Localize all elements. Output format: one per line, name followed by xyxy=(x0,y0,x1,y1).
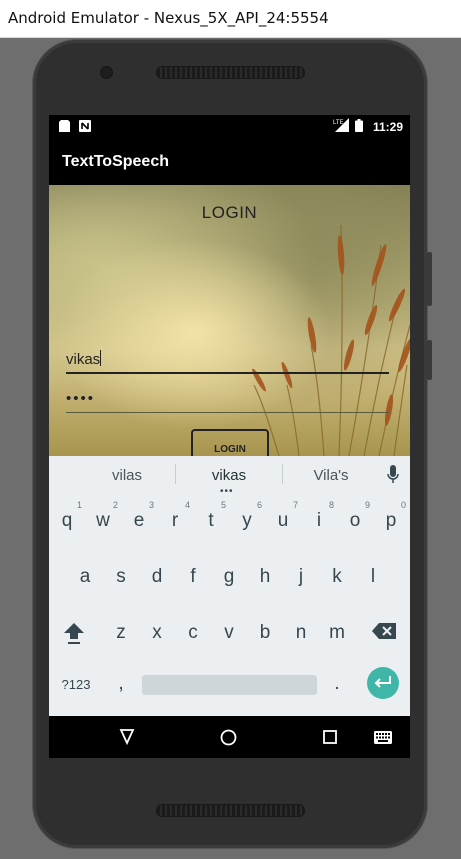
key-hint-6: 6 xyxy=(257,500,263,510)
emulator-title-bar: Android Emulator - Nexus_5X_API_24:5554 xyxy=(0,0,461,38)
spacebar[interactable] xyxy=(142,675,317,695)
login-heading: LOGIN xyxy=(201,203,258,222)
password-input[interactable]: •••• xyxy=(66,390,389,413)
soft-keyboard: vilas vikas Vila's ••• q1w2e3r4t5y6u7i8o… xyxy=(49,456,410,716)
suggestion-divider xyxy=(175,464,176,484)
key-hint-8: 8 xyxy=(329,500,335,510)
top-speaker xyxy=(156,66,305,79)
login-content: LOGIN vikas •••• LOGIN xyxy=(49,185,410,456)
key-hint-0: 0 xyxy=(401,500,407,510)
password-value: •••• xyxy=(66,390,96,407)
login-button[interactable]: LOGIN xyxy=(191,429,269,456)
key-n[interactable]: n xyxy=(287,622,315,644)
enter-arrow-icon xyxy=(374,676,391,688)
key-v[interactable]: v xyxy=(215,622,243,644)
suggestion-strip: vilas vikas Vila's ••• xyxy=(49,456,410,497)
home-icon[interactable] xyxy=(220,729,237,751)
key-a[interactable]: a xyxy=(71,566,99,588)
symbols-key[interactable]: ?123 xyxy=(54,677,98,692)
suggestion-2[interactable]: vikas xyxy=(191,467,267,484)
key-u[interactable]: u xyxy=(269,510,297,532)
key-b[interactable]: b xyxy=(251,622,279,644)
username-value: vikas xyxy=(66,351,101,368)
key-g[interactable]: g xyxy=(215,566,243,588)
wheat-background-image xyxy=(252,224,410,456)
lte-signal-icon: LTE xyxy=(333,118,349,135)
nfc-icon xyxy=(79,120,91,135)
key-m[interactable]: m xyxy=(323,622,351,644)
device-screen: LTE 11:29 TextToSpeech LOGIN vikas •••• … xyxy=(49,115,410,758)
shift-icon[interactable] xyxy=(63,621,85,650)
key-hint-9: 9 xyxy=(365,500,371,510)
key-p[interactable]: p xyxy=(377,510,405,532)
back-icon[interactable] xyxy=(119,729,135,750)
key-l[interactable]: l xyxy=(359,566,387,588)
key-s[interactable]: s xyxy=(107,566,135,588)
microphone-icon[interactable] xyxy=(387,465,399,490)
key-o[interactable]: o xyxy=(341,510,369,532)
key-e[interactable]: e xyxy=(125,510,153,532)
battery-icon xyxy=(355,119,363,135)
period-key[interactable]: . xyxy=(323,673,351,695)
key-i[interactable]: i xyxy=(305,510,333,532)
suggestion-divider xyxy=(282,464,283,484)
key-hint-3: 3 xyxy=(149,500,155,510)
key-q[interactable]: q xyxy=(53,510,81,532)
volume-button[interactable] xyxy=(427,252,432,306)
action-bar: TextToSpeech xyxy=(49,139,410,185)
key-hint-4: 4 xyxy=(185,500,191,510)
comma-key[interactable]: , xyxy=(107,673,135,695)
key-k[interactable]: k xyxy=(323,566,351,588)
navigation-bar xyxy=(49,716,410,758)
key-z[interactable]: z xyxy=(107,622,135,644)
key-t[interactable]: t xyxy=(197,510,225,532)
power-button[interactable] xyxy=(427,340,432,380)
key-h[interactable]: h xyxy=(251,566,279,588)
key-hint-1: 1 xyxy=(77,500,83,510)
key-y[interactable]: y xyxy=(233,510,261,532)
key-d[interactable]: d xyxy=(143,566,171,588)
text-cursor xyxy=(100,350,102,366)
recents-icon[interactable] xyxy=(323,730,337,749)
lte-label: LTE xyxy=(333,120,344,126)
status-bar: LTE 11:29 xyxy=(49,115,410,139)
key-hint-2: 2 xyxy=(113,500,119,510)
bottom-speaker xyxy=(156,804,305,817)
key-hint-5: 5 xyxy=(221,500,227,510)
more-suggestions-icon[interactable]: ••• xyxy=(220,486,234,497)
status-clock: 11:29 xyxy=(372,120,403,134)
app-title: TextToSpeech xyxy=(62,153,169,170)
key-x[interactable]: x xyxy=(143,622,171,644)
window-title: Android Emulator - Nexus_5X_API_24:5554 xyxy=(8,9,329,27)
key-j[interactable]: j xyxy=(287,566,315,588)
key-w[interactable]: w xyxy=(89,510,117,532)
front-camera xyxy=(100,66,113,79)
key-f[interactable]: f xyxy=(179,566,207,588)
key-r[interactable]: r xyxy=(161,510,189,532)
sd-card-icon xyxy=(59,120,70,135)
key-hint-7: 7 xyxy=(293,500,299,510)
suggestion-3[interactable]: Vila's xyxy=(293,467,369,484)
suggestion-1[interactable]: vilas xyxy=(89,467,165,484)
username-input[interactable]: vikas xyxy=(66,350,389,374)
enter-key[interactable] xyxy=(367,667,399,699)
key-c[interactable]: c xyxy=(179,622,207,644)
keyboard-switch-icon[interactable] xyxy=(374,731,392,749)
backspace-icon[interactable] xyxy=(372,623,396,644)
